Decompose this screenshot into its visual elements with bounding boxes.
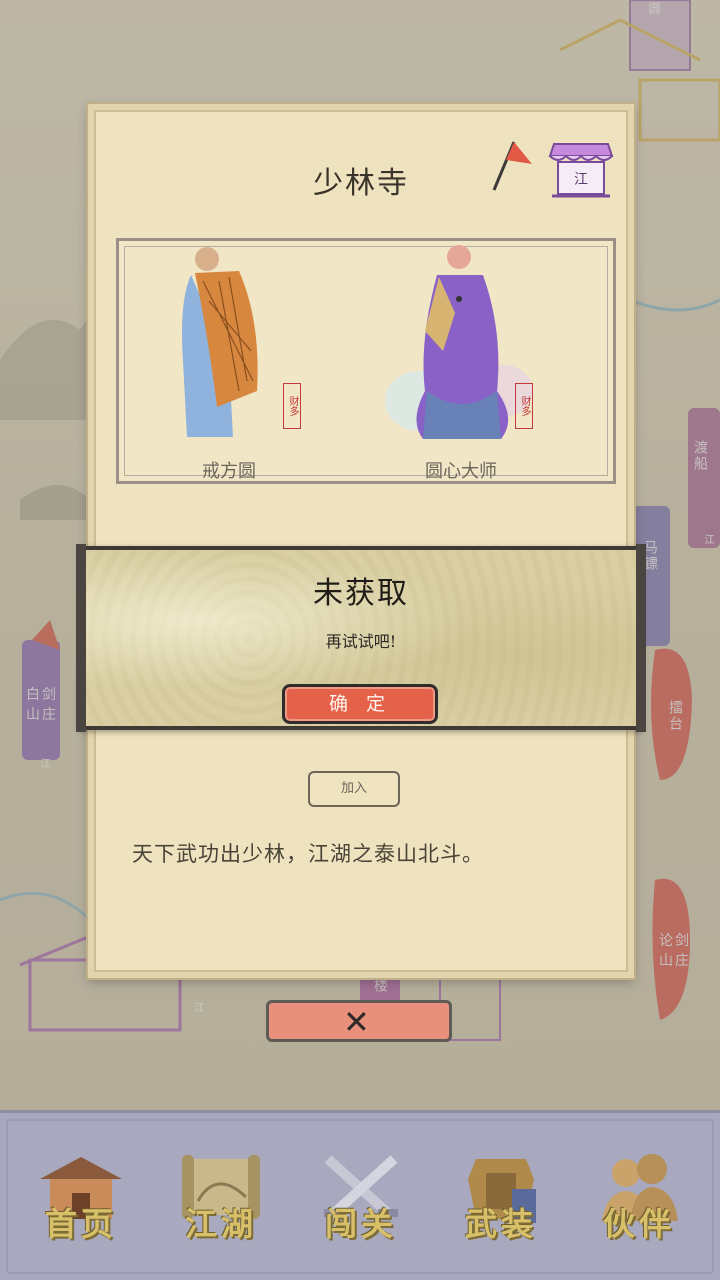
artist-stamp-1: 财多 xyxy=(283,383,301,429)
artist-stamp-2: 财多 xyxy=(515,383,533,429)
nav-label-jianghu: 江湖 xyxy=(184,1205,257,1243)
shop-icon-label: 江 xyxy=(574,172,588,188)
shop-icon[interactable]: 江 xyxy=(548,140,614,200)
character-name-2: 圆心大师 xyxy=(425,461,497,482)
flag-icon[interactable] xyxy=(486,138,536,194)
nav-challenge[interactable]: 闯关 xyxy=(306,1143,416,1263)
character-figure-1[interactable] xyxy=(169,241,289,451)
join-button[interactable]: 加入 xyxy=(308,771,400,807)
dialog-message: 再试试吧! xyxy=(325,632,397,651)
character-name-1: 戒方圆 xyxy=(202,461,256,482)
nav-equipment[interactable]: 武装 xyxy=(446,1143,556,1263)
dialog-title: 未获取 xyxy=(313,576,409,611)
sect-panel: 少林寺 江 财多 戒方圆 财多 圆心大师 加入 天下武功出少林，江湖之泰山北斗。 xyxy=(88,104,634,978)
sect-description: 天下武功出少林，江湖之泰山北斗。 xyxy=(132,842,484,866)
nav-home[interactable]: 首页 xyxy=(26,1143,136,1263)
nav-label-challenge: 闯关 xyxy=(324,1205,397,1243)
nav-companions[interactable]: 伙伴 xyxy=(584,1143,694,1263)
result-dialog: 未获取 再试试吧! 确 定 xyxy=(76,544,646,732)
nav-label-home: 首页 xyxy=(44,1205,117,1243)
nav-label-companions: 伙伴 xyxy=(602,1205,675,1243)
close-icon: ✕ xyxy=(343,1003,370,1041)
nav-label-equipment: 武装 xyxy=(464,1205,537,1243)
bottom-nav: 首页 江湖 闯关 武装 伙伴 xyxy=(0,1110,720,1280)
nav-jianghu[interactable]: 江湖 xyxy=(166,1143,276,1263)
confirm-button[interactable]: 确 定 xyxy=(282,684,438,724)
close-button[interactable]: ✕ xyxy=(266,1000,452,1042)
portrait-frame: 财多 戒方圆 财多 圆心大师 xyxy=(116,238,616,484)
